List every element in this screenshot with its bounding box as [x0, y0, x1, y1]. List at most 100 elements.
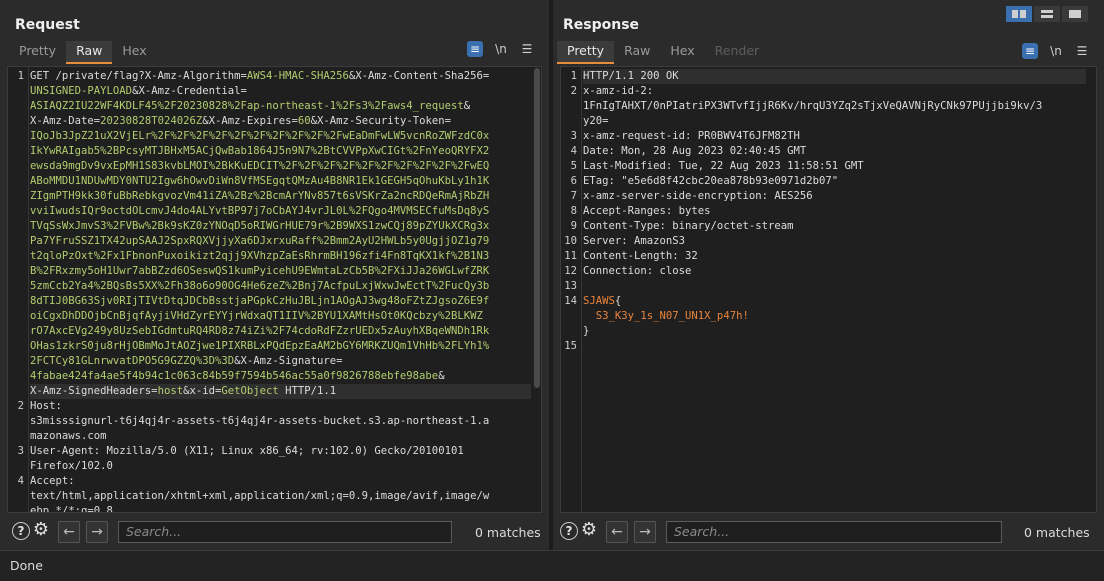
- code-token: t2qloPzOxt%2Fx1FbnonPuxoikizt2qjj9XVhzpZ…: [30, 250, 490, 262]
- code-token: ABoMMDU1NDUwMDY0NTU2Igw6hOwvDiWn8VfMSEgq…: [30, 175, 490, 187]
- code-token: GetObject: [221, 385, 279, 397]
- request-tab-pretty[interactable]: Pretty: [9, 41, 66, 62]
- code-line: x-amz-server-side-encryption: AES256: [583, 189, 813, 204]
- newline-icon[interactable]: \n: [493, 41, 509, 57]
- code-token: }: [583, 325, 590, 337]
- newline-icon[interactable]: \n: [1048, 43, 1064, 59]
- line-number: 15: [564, 340, 577, 352]
- response-tab-raw[interactable]: Raw: [614, 41, 660, 62]
- code-token: 2FCTCy81GLnrwvatDPO5G9GZZQ%3D%3D: [30, 355, 235, 367]
- request-tabs: Pretty Raw Hex: [9, 41, 157, 64]
- response-editor[interactable]: 1 2 3 4 5 6 7 8 9 10 11 12 13 14 15 HTTP/1.1 200 OK x-a…: [560, 66, 1097, 513]
- code-token: vviIwudsIQr9octdOLcmvJ4do4ALYvtBP97j7oCb…: [30, 205, 490, 217]
- line-number: 6: [570, 175, 577, 187]
- wrap-icon[interactable]: ≡: [467, 41, 483, 57]
- response-tab-render[interactable]: Render: [705, 41, 770, 62]
- code-token: 20230828T024026Z: [100, 115, 203, 127]
- help-icon[interactable]: ?: [560, 522, 578, 540]
- code-line: x-amz-id-2:: [583, 84, 653, 99]
- request-tab-raw[interactable]: Raw: [66, 41, 113, 64]
- line-number: 1: [17, 70, 24, 82]
- code-token: mazonaws.com: [30, 430, 107, 442]
- menu-icon[interactable]: ☰: [519, 41, 535, 57]
- request-editor[interactable]: 1234 GET /private/flag?X-Amz-Algorithm=A…: [7, 66, 542, 513]
- layout-side-by-side-button[interactable]: [1006, 6, 1032, 22]
- code-token: User-Agent: Mozilla/5.0 (X11; Linux x86_…: [30, 445, 464, 457]
- line-number: 3: [17, 445, 24, 457]
- code-line: ebp,*/*;q=0.8: [30, 504, 113, 513]
- code-token: HTTP/1.1 200 OK: [583, 70, 679, 82]
- line-gutter: 1 2 3 4: [8, 67, 29, 512]
- code-line: OHas1zkrS0ju8rHjOBmMoJtAOZjwe1PIXRBLxPQd…: [30, 339, 489, 354]
- code-line: Date: Mon, 28 Aug 2023 02:40:45 GMT: [583, 144, 806, 159]
- code-token: &X-Amz-Expires=: [202, 115, 298, 127]
- code-token: Content-Type: binary/octet-stream: [583, 220, 794, 232]
- code-token: 4fabae424fa4ae5f4b94c1c063c84b59f7594b54…: [30, 370, 439, 382]
- code-token: 8dTIJ0BG63Sjv0RIjTIVtDtqJDCbBsstjaPGpkCz…: [30, 295, 490, 307]
- help-icon[interactable]: ?: [12, 522, 30, 540]
- code-line: 4fabae424fa4ae5f4b94c1c063c84b59f7594b54…: [30, 369, 445, 384]
- code-line: 1FnIgTAHXT/0nPIatriPX3WTvfIjjR6Kv/hrqU3Y…: [583, 99, 1042, 114]
- code-line: X-Amz-SignedHeaders=host&x-id=GetObject …: [30, 384, 336, 399]
- response-tabs: Pretty Raw Hex Render: [557, 41, 770, 64]
- code-token: y20=: [583, 115, 609, 127]
- next-match-button[interactable]: →: [634, 521, 656, 543]
- menu-icon[interactable]: ☰: [1074, 43, 1090, 59]
- code-line: Accept-Ranges: bytes: [583, 204, 711, 219]
- layout-tabs-button[interactable]: [1062, 6, 1088, 22]
- response-tab-pretty[interactable]: Pretty: [557, 41, 615, 64]
- response-search-input[interactable]: Search...: [666, 521, 1002, 543]
- response-tools: ≡ \n ☰: [1022, 43, 1090, 59]
- code-token: ASIAQZ2IU22WF4KDLF45%2F20230828%2Fap-nor…: [30, 100, 464, 112]
- code-token: ebp,*/*;q=0.8: [30, 505, 113, 513]
- request-tools: ≡ \n ☰: [467, 41, 535, 57]
- code-line: Server: AmazonS3: [583, 234, 685, 249]
- previous-match-button[interactable]: ←: [58, 521, 80, 543]
- line-number: 9: [570, 220, 577, 232]
- previous-match-button[interactable]: ←: [606, 521, 628, 543]
- line-number: 8: [570, 205, 577, 217]
- code-token: AWS4-HMAC-SHA256: [246, 70, 349, 82]
- code-line: IkYwRAIgab5%2BPcsyMTJBHxM5ACjQwBab1864J5…: [30, 144, 489, 159]
- code-token: Last-Modified: Tue, 22 Aug 2023 11:58:51…: [583, 160, 864, 172]
- code-token: HTTP/1.1: [278, 385, 337, 397]
- response-tab-hex[interactable]: Hex: [660, 41, 704, 62]
- line-number: 2: [17, 400, 24, 412]
- code-token: ewsda9mgDv9vxEpMH1S83kvbLMOI%2BkKuEDCIT%…: [30, 160, 490, 172]
- next-match-button[interactable]: →: [86, 521, 108, 543]
- request-search-input[interactable]: Search...: [118, 521, 452, 543]
- code-token: &: [463, 100, 471, 112]
- code-token: Host:: [30, 400, 62, 412]
- code-line: ewsda9mgDv9vxEpMH1S83kvbLMOI%2BkKuEDCIT%…: [30, 159, 489, 174]
- code-token: 1FnIgTAHXT/0nPIatriPX3WTvfIjjR6Kv/hrqU3Y…: [583, 100, 1043, 112]
- code-line: rO7AxcEVg249y8UzSebIGdmtuRQ4RD8z74iZi%2F…: [30, 324, 489, 339]
- code-line: Last-Modified: Tue, 22 Aug 2023 11:58:51…: [583, 159, 864, 174]
- code-token: &x-id=: [183, 385, 222, 397]
- request-panel: Request Pretty Raw Hex ≡ \n ☰ 1 2 3 4 GET /…: [0, 0, 549, 550]
- code-token: GET /private/flag?X-Amz-Algorithm=: [30, 70, 247, 82]
- line-number: 10: [564, 235, 577, 247]
- request-tab-hex[interactable]: Hex: [112, 41, 156, 62]
- code-line: HTTP/1.1 200 OK: [583, 69, 679, 84]
- code-token: OHas1zkrS0ju8rHjOBmMoJtAOZjwe1PIXRBLxPQd…: [30, 340, 490, 352]
- code-line: Connection: close: [583, 264, 691, 279]
- code-token: x-amz-id-2:: [583, 85, 654, 97]
- code-line: X-Amz-Date=20230828T024026Z&X-Amz-Expire…: [30, 114, 451, 129]
- code-line: s3misssignurl-t6j4qj4r-assets-t6j4qj4r-a…: [30, 414, 489, 429]
- code-token: s3misssignurl-t6j4qj4r-assets-t6j4qj4r-a…: [30, 415, 490, 427]
- code-line: UNSIGNED-PAYLOAD&X-Amz-Credential=: [30, 84, 247, 99]
- code-line: SJAWS{: [583, 294, 621, 309]
- code-token: S3_K3y_1s_N07_UN1X_p47h!: [583, 310, 749, 322]
- layout-stacked-button[interactable]: [1034, 6, 1060, 22]
- code-line: B%2FRxzmy5oH1Uwr7abBZzd6OSeswQS1kumPyice…: [30, 264, 489, 279]
- code-line: oiCgxDhDDOjbCnBjqfAyjiVHdZyrEYYjrWdxaQT1…: [30, 309, 483, 324]
- request-scrollbar[interactable]: [534, 68, 540, 388]
- gear-icon[interactable]: ⚙: [32, 519, 50, 540]
- wrap-icon[interactable]: ≡: [1022, 43, 1038, 59]
- request-title: Request: [15, 17, 80, 33]
- line-number: 14: [564, 295, 577, 307]
- code-line: IQoJb3JpZ21uX2VjELr%2F%2F%2F%2F%2F%2F%2F…: [30, 129, 489, 144]
- status-text: Done: [10, 558, 43, 573]
- code-line: ZIgmPTH9kk30fuBbRebkgvozVm41iZA%2Bz%2Bcm…: [30, 189, 489, 204]
- gear-icon[interactable]: ⚙: [580, 519, 598, 540]
